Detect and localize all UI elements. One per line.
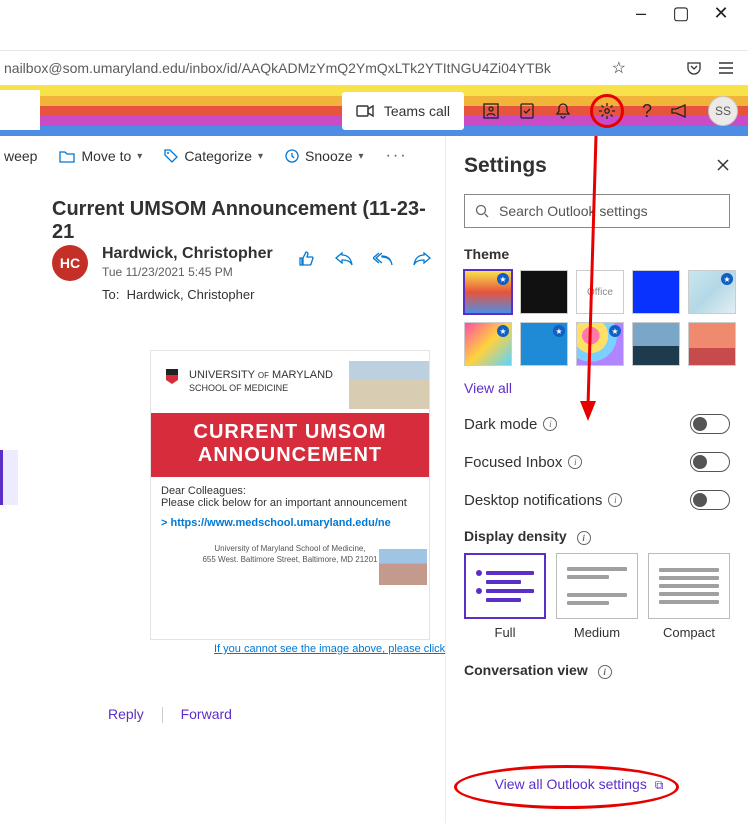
- info-icon[interactable]: i: [598, 665, 612, 679]
- clock-icon: [285, 149, 299, 163]
- categorize-button[interactable]: Categorize▾: [164, 148, 263, 164]
- hamburger-icon[interactable]: [718, 61, 734, 75]
- forward-button[interactable]: Forward: [181, 706, 232, 722]
- theme-blue[interactable]: [632, 270, 680, 314]
- reply-button[interactable]: Reply: [108, 706, 144, 722]
- see-image-link[interactable]: If you cannot see the image above, pleas…: [214, 643, 470, 655]
- sweep-button[interactable]: weep: [4, 148, 37, 164]
- settings-title: Settings: [464, 154, 730, 178]
- megaphone-icon[interactable]: [670, 103, 690, 119]
- help-icon[interactable]: ?: [642, 101, 652, 122]
- close-icon[interactable]: [716, 158, 730, 172]
- message-list-strip: [0, 225, 18, 805]
- theme-rainbow[interactable]: ★: [464, 270, 512, 314]
- theme-mountains[interactable]: [632, 322, 680, 366]
- user-avatar[interactable]: SS: [708, 96, 738, 126]
- teams-call-label: Teams call: [384, 103, 450, 119]
- info-icon[interactable]: i: [577, 531, 591, 545]
- footer-photo: [379, 549, 427, 585]
- dark-mode-label: Dark mode: [464, 416, 537, 433]
- theme-grid: ★ Office ★ ★ ★ ★: [464, 270, 730, 366]
- card-title-2: ANNOUNCEMENT: [157, 444, 423, 467]
- to-recipient: Hardwick, Christopher: [127, 287, 255, 302]
- sent-date: Tue 11/23/2021 5:45 PM: [102, 265, 273, 279]
- conversation-view-label: Conversation view: [464, 662, 588, 678]
- desktop-notifications-label: Desktop notifications: [464, 492, 602, 509]
- theme-ribbon[interactable]: ★: [688, 270, 736, 314]
- like-icon[interactable]: [297, 250, 315, 268]
- video-icon: [356, 104, 374, 118]
- theme-black[interactable]: [520, 270, 568, 314]
- address-bar: nailbox@som.umaryland.edu/inbox/id/AAQkA…: [0, 50, 748, 86]
- density-compact-label: Compact: [648, 625, 730, 640]
- url-text[interactable]: nailbox@som.umaryland.edu/inbox/id/AAQkA…: [0, 60, 596, 76]
- message-toolbar: weep Move to▾ Categorize▾ Snooze▾ ···: [0, 136, 445, 176]
- info-icon[interactable]: i: [543, 417, 557, 431]
- theme-office[interactable]: Office: [576, 270, 624, 314]
- selected-message-indicator: [0, 450, 18, 505]
- reply-all-icon[interactable]: [373, 250, 393, 268]
- org-line2: SCHOOL OF MEDICINE: [189, 382, 333, 395]
- bell-icon[interactable]: [554, 102, 572, 120]
- star-icon[interactable]: ☆: [612, 58, 626, 78]
- view-all-themes[interactable]: View all: [464, 380, 730, 396]
- sender-name: Hardwick, Christopher: [102, 245, 273, 263]
- app-logo: [0, 90, 40, 130]
- contacts-icon[interactable]: [482, 102, 500, 120]
- theme-scheme[interactable]: ★: [520, 322, 568, 366]
- density-full[interactable]: [464, 553, 546, 619]
- message-subject: Current UMSOM Announcement (11-23-21: [52, 198, 445, 244]
- card-title-1: CURRENT UMSOM: [157, 421, 423, 444]
- folder-icon: [59, 149, 75, 163]
- theme-sunset[interactable]: [688, 322, 736, 366]
- umd-shield-icon: [161, 367, 183, 397]
- card-body-1: Dear Colleagues:: [161, 485, 419, 497]
- card-link[interactable]: > https://www.medschool.umaryland.edu/ne: [161, 517, 391, 529]
- density-medium-label: Medium: [556, 625, 638, 640]
- window-maximize[interactable]: ▢: [672, 4, 690, 22]
- desktop-notifications-toggle[interactable]: [690, 490, 730, 510]
- focused-inbox-toggle[interactable]: [690, 452, 730, 472]
- email-body-card: UNIVERSITY of MARYLAND SCHOOL OF MEDICIN…: [150, 350, 430, 640]
- density-full-label: Full: [464, 625, 546, 640]
- settings-panel: Settings Search Outlook settings Theme ★…: [445, 136, 748, 823]
- display-density-label: Display density: [464, 528, 567, 544]
- move-to-button[interactable]: Move to▾: [59, 148, 142, 164]
- theme-label: Theme: [464, 246, 730, 262]
- to-label: To:: [102, 287, 119, 302]
- gear-icon: [598, 102, 616, 120]
- search-placeholder: Search Outlook settings: [499, 203, 648, 219]
- info-icon[interactable]: i: [568, 455, 582, 469]
- card-body-2: Please click below for an important anno…: [161, 497, 419, 509]
- app-header: Teams call ? SS: [0, 86, 748, 136]
- info-icon[interactable]: i: [608, 493, 622, 507]
- density-medium[interactable]: [556, 553, 638, 619]
- search-icon: [475, 204, 489, 218]
- dark-mode-toggle[interactable]: [690, 414, 730, 434]
- theme-paint[interactable]: ★: [464, 322, 512, 366]
- snooze-button[interactable]: Snooze▾: [285, 148, 364, 164]
- view-all-outlook-settings[interactable]: View all Outlook settings⧉: [495, 776, 664, 793]
- pocket-icon[interactable]: [686, 60, 702, 76]
- more-actions-button[interactable]: ···: [386, 147, 408, 165]
- tasks-icon[interactable]: [518, 102, 536, 120]
- teams-call-button[interactable]: Teams call: [342, 92, 464, 130]
- window-minimize[interactable]: –: [632, 4, 650, 22]
- window-close[interactable]: ✕: [712, 4, 730, 22]
- org-line1: UNIVERSITY of MARYLAND: [189, 369, 333, 382]
- reply-icon[interactable]: [335, 250, 353, 268]
- sender-avatar: HC: [52, 245, 88, 281]
- header-photo: [349, 361, 429, 409]
- settings-search[interactable]: Search Outlook settings: [464, 194, 730, 228]
- tag-icon: [164, 149, 178, 163]
- forward-icon[interactable]: [413, 250, 431, 268]
- focused-inbox-label: Focused Inbox: [464, 454, 562, 471]
- external-icon: ⧉: [655, 778, 664, 792]
- settings-button[interactable]: [590, 94, 624, 128]
- theme-dots[interactable]: ★: [576, 322, 624, 366]
- density-compact[interactable]: [648, 553, 730, 619]
